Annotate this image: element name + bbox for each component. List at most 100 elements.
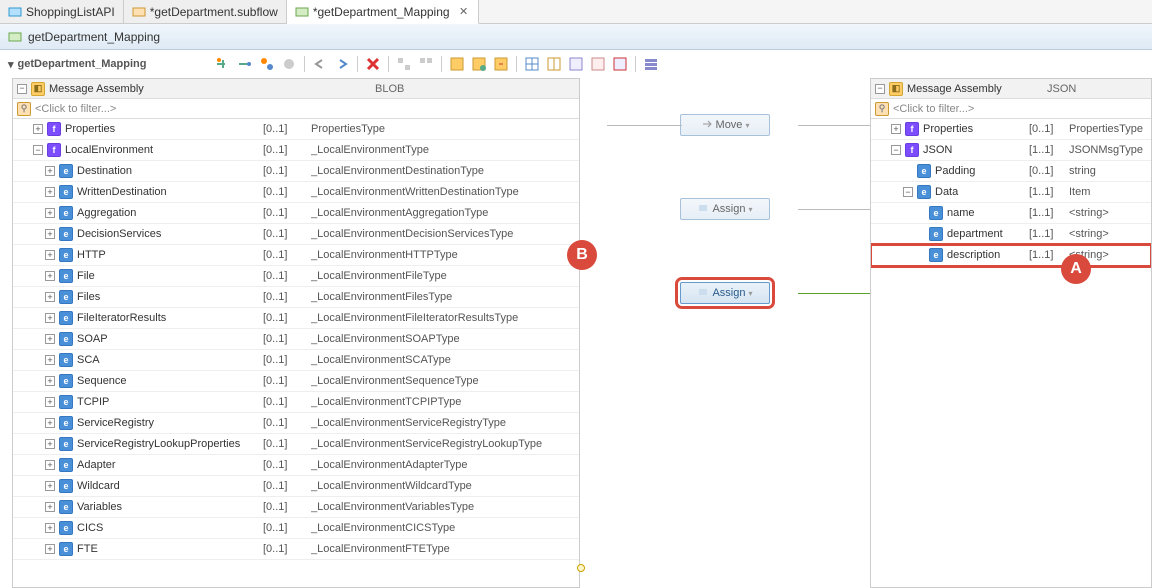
add-output-button[interactable] bbox=[235, 54, 255, 74]
tree-row[interactable]: +eVariables[0..1]_LocalEnvironmentVariab… bbox=[13, 497, 579, 518]
dropdown-icon[interactable]: ▾ bbox=[749, 289, 753, 298]
collapse-icon[interactable]: − bbox=[903, 187, 913, 197]
expand-icon[interactable]: + bbox=[45, 229, 55, 239]
table2-button[interactable] bbox=[588, 54, 608, 74]
tree-row[interactable]: −fLocalEnvironment[0..1]_LocalEnvironmen… bbox=[13, 140, 579, 161]
tree-row[interactable]: +eCICS[0..1]_LocalEnvironmentCICSType bbox=[13, 518, 579, 539]
new-output-button[interactable] bbox=[469, 54, 489, 74]
redo-button[interactable] bbox=[332, 54, 352, 74]
tree-row[interactable]: +eDestination[0..1]_LocalEnvironmentDest… bbox=[13, 161, 579, 182]
expand-icon[interactable]: + bbox=[891, 124, 901, 134]
assign-transform-1[interactable]: Assign ▾ bbox=[680, 198, 770, 220]
expand-icon[interactable]: + bbox=[45, 460, 55, 470]
tree-row[interactable]: +eSCA[0..1]_LocalEnvironmentSCAType bbox=[13, 350, 579, 371]
row-cardinality: [0..1] bbox=[263, 480, 311, 492]
new-input-button[interactable] bbox=[447, 54, 467, 74]
expand-icon[interactable]: + bbox=[45, 250, 55, 260]
grid2-button[interactable] bbox=[544, 54, 564, 74]
collapse-icon[interactable]: − bbox=[891, 145, 901, 155]
tab-mapping[interactable]: *getDepartment_Mapping ✕ bbox=[287, 0, 479, 24]
tree-row[interactable]: ePadding[0..1]string bbox=[871, 161, 1151, 182]
element-icon: e bbox=[59, 437, 73, 451]
remove-io-button[interactable] bbox=[279, 54, 299, 74]
expand-icon[interactable]: + bbox=[45, 544, 55, 554]
tree-row[interactable]: edescription[1..1]<string> bbox=[871, 245, 1151, 266]
row-type: _LocalEnvironmentAggregationType bbox=[311, 207, 575, 219]
tree-row[interactable]: +eAdapter[0..1]_LocalEnvironmentAdapterT… bbox=[13, 455, 579, 476]
dropdown-icon[interactable]: ▾ bbox=[745, 121, 749, 130]
row-type: _LocalEnvironmentSequenceType bbox=[311, 375, 575, 387]
tree-row[interactable]: edepartment[1..1]<string> bbox=[871, 224, 1151, 245]
row-type: _LocalEnvironmentDestinationType bbox=[311, 165, 575, 177]
expand-icon[interactable]: + bbox=[45, 313, 55, 323]
row-type: _LocalEnvironmentVariablesType bbox=[311, 501, 575, 513]
row-name: ServiceRegistryLookupProperties bbox=[77, 438, 240, 450]
undo-button[interactable] bbox=[310, 54, 330, 74]
expand-icon[interactable]: + bbox=[45, 334, 55, 344]
expand-icon[interactable]: + bbox=[33, 124, 43, 134]
properties-button[interactable] bbox=[641, 54, 661, 74]
output-filter[interactable]: ⚲ <Click to filter...> bbox=[871, 99, 1151, 119]
tree-row[interactable]: +eFileIteratorResults[0..1]_LocalEnviron… bbox=[13, 308, 579, 329]
tree-row[interactable]: +eWrittenDestination[0..1]_LocalEnvironm… bbox=[13, 182, 579, 203]
expand-icon[interactable]: + bbox=[45, 481, 55, 491]
tree-row[interactable]: +eFTE[0..1]_LocalEnvironmentFTEType bbox=[13, 539, 579, 560]
tab-shoppinglistapi[interactable]: ShoppingListAPI bbox=[0, 0, 124, 23]
expand-icon[interactable]: + bbox=[45, 376, 55, 386]
remove-button[interactable] bbox=[610, 54, 630, 74]
tree-row[interactable]: −eData[1..1]Item bbox=[871, 182, 1151, 203]
row-type: _LocalEnvironmentCICSType bbox=[311, 522, 575, 534]
automap-button[interactable] bbox=[394, 54, 414, 74]
add-input-button[interactable] bbox=[213, 54, 233, 74]
tab-subflow[interactable]: *getDepartment.subflow bbox=[124, 0, 287, 23]
tree-row[interactable]: +eSequence[0..1]_LocalEnvironmentSequenc… bbox=[13, 371, 579, 392]
tree-row[interactable]: +eServiceRegistryLookupProperties[0..1]_… bbox=[13, 434, 579, 455]
tree-row[interactable]: +eDecisionServices[0..1]_LocalEnvironmen… bbox=[13, 224, 579, 245]
tree-row[interactable]: +eHTTP[0..1]_LocalEnvironmentHTTPType bbox=[13, 245, 579, 266]
tree-row[interactable]: +eFile[0..1]_LocalEnvironmentFileType bbox=[13, 266, 579, 287]
collapse-icon[interactable]: − bbox=[33, 145, 43, 155]
expand-icon[interactable]: + bbox=[45, 355, 55, 365]
tree-row[interactable]: +eSOAP[0..1]_LocalEnvironmentSOAPType bbox=[13, 329, 579, 350]
tree-row[interactable]: +eFiles[0..1]_LocalEnvironmentFilesType bbox=[13, 287, 579, 308]
row-cardinality: [0..1] bbox=[263, 354, 311, 366]
dropdown-icon[interactable]: ▾ bbox=[749, 205, 753, 214]
row-name: FileIteratorResults bbox=[77, 312, 166, 324]
match-button[interactable] bbox=[416, 54, 436, 74]
expand-icon[interactable]: + bbox=[45, 271, 55, 281]
expand-icon[interactable]: + bbox=[45, 166, 55, 176]
tree-row[interactable]: +eServiceRegistry[0..1]_LocalEnvironment… bbox=[13, 413, 579, 434]
folder-icon: f bbox=[905, 143, 919, 157]
folder-icon: f bbox=[47, 122, 61, 136]
tree-row[interactable]: +fProperties[0..1]PropertiesType bbox=[871, 119, 1151, 140]
expand-icon[interactable]: + bbox=[45, 208, 55, 218]
grid-button[interactable] bbox=[522, 54, 542, 74]
breadcrumb[interactable]: ▾ getDepartment_Mapping bbox=[8, 58, 147, 71]
assign-transform-2[interactable]: Assign ▾ bbox=[680, 282, 770, 304]
tree-row[interactable]: −fJSON[1..1]JSONMsgType bbox=[871, 140, 1151, 161]
row-type: _LocalEnvironmentSCAType bbox=[311, 354, 575, 366]
expand-icon[interactable]: + bbox=[45, 439, 55, 449]
expand-icon[interactable]: + bbox=[45, 523, 55, 533]
connection-anchor[interactable] bbox=[577, 564, 585, 572]
expand-icon[interactable]: + bbox=[45, 292, 55, 302]
expand-icon[interactable]: + bbox=[45, 502, 55, 512]
tree-row[interactable]: +eWildcard[0..1]_LocalEnvironmentWildcar… bbox=[13, 476, 579, 497]
row-cardinality: [0..1] bbox=[263, 228, 311, 240]
expand-icon[interactable]: + bbox=[45, 397, 55, 407]
tree-row[interactable]: ename[1..1]<string> bbox=[871, 203, 1151, 224]
add-io-button[interactable] bbox=[257, 54, 277, 74]
collapse-icon[interactable]: − bbox=[17, 84, 27, 94]
input-filter[interactable]: ⚲ <Click to filter...> bbox=[13, 99, 579, 119]
tree-row[interactable]: +eAggregation[0..1]_LocalEnvironmentAggr… bbox=[13, 203, 579, 224]
new-both-button[interactable] bbox=[491, 54, 511, 74]
delete-button[interactable] bbox=[363, 54, 383, 74]
tree-row[interactable]: +eTCPIP[0..1]_LocalEnvironmentTCPIPType bbox=[13, 392, 579, 413]
expand-icon[interactable]: + bbox=[45, 418, 55, 428]
close-icon[interactable]: ✕ bbox=[458, 6, 470, 18]
move-transform[interactable]: Move ▾ bbox=[680, 114, 770, 136]
tree-row[interactable]: +fProperties[0..1]PropertiesType bbox=[13, 119, 579, 140]
expand-icon[interactable]: + bbox=[45, 187, 55, 197]
table-button[interactable] bbox=[566, 54, 586, 74]
collapse-icon[interactable]: − bbox=[875, 84, 885, 94]
